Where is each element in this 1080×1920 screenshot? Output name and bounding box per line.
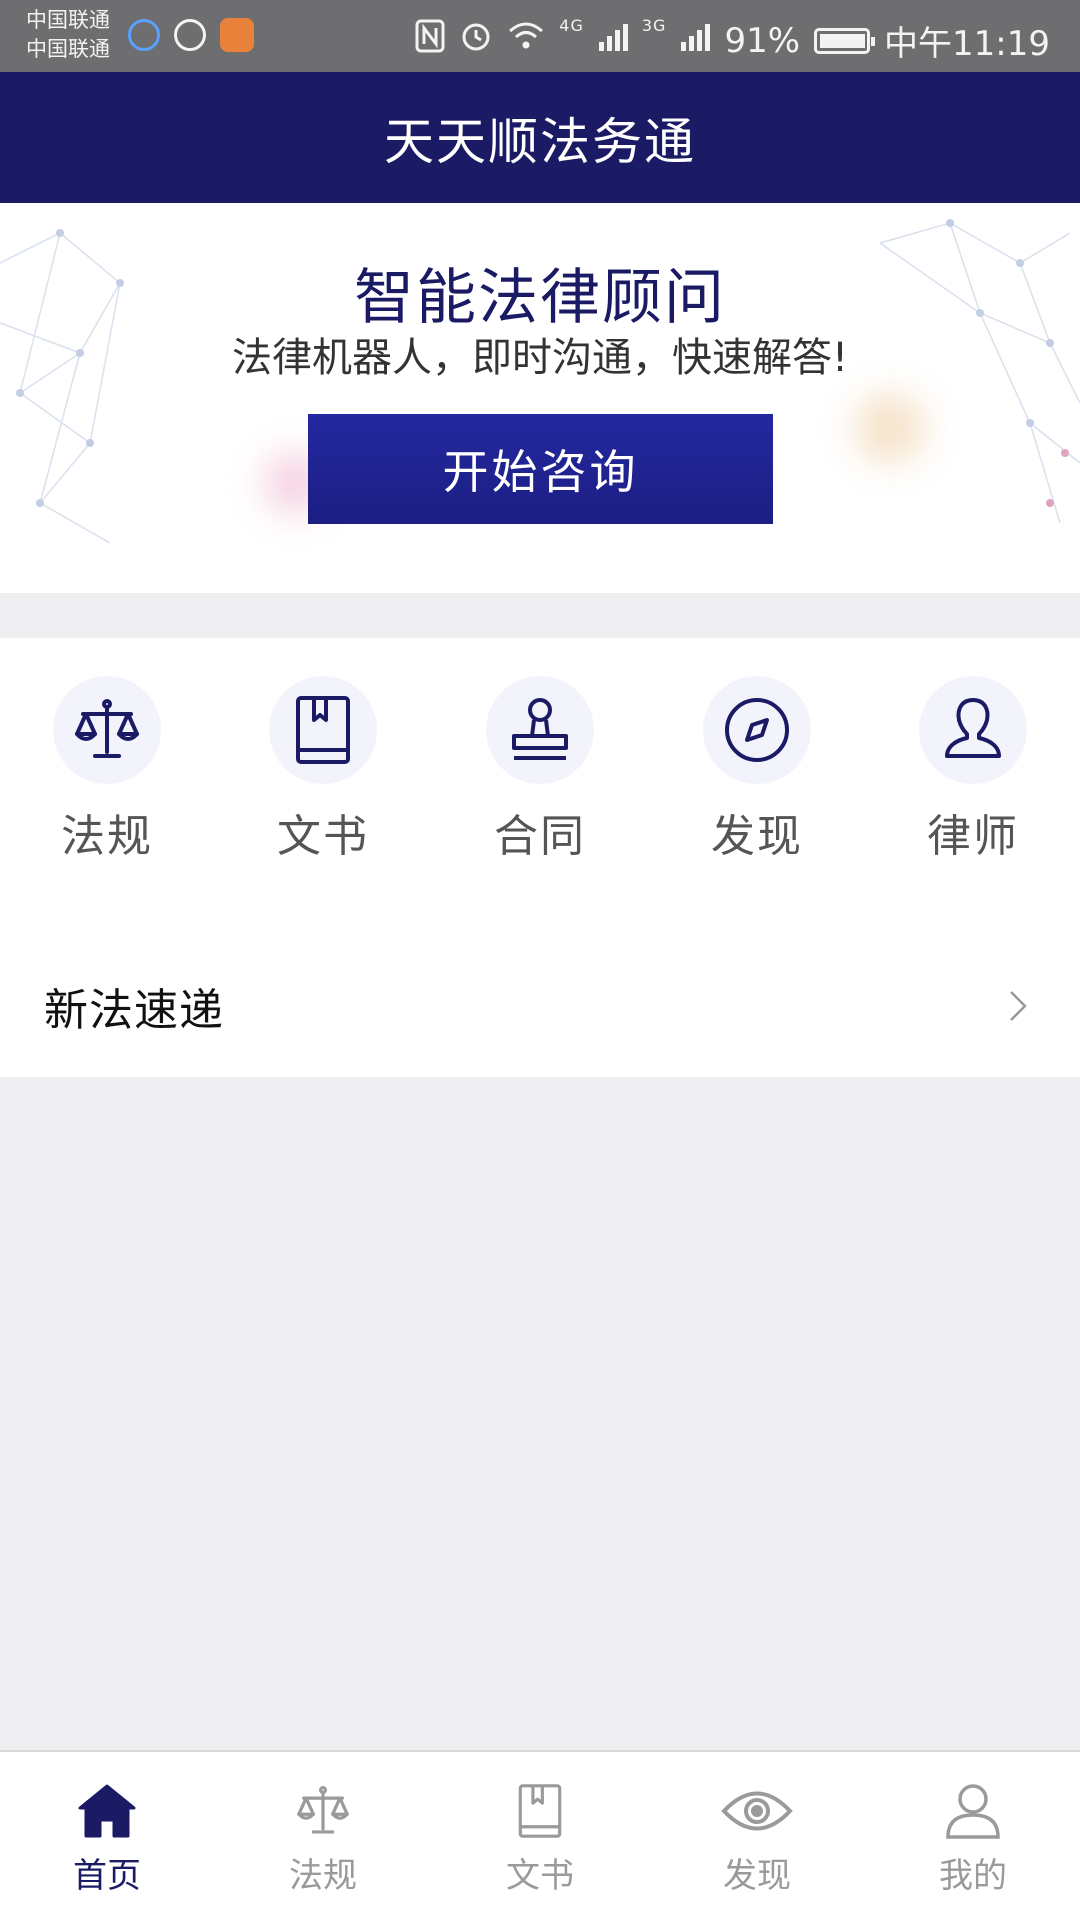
- bottom-tab-bar: 首页 法规 文书 发现 我的: [0, 1750, 1080, 1920]
- shortcut-lawyers[interactable]: 律师: [883, 676, 1063, 864]
- signal-icon-2: [680, 21, 711, 61]
- carrier-labels: 中国联通 中国联通: [26, 6, 110, 64]
- tab-profile[interactable]: 我的: [883, 1782, 1063, 1897]
- glow-decoration-orange: [855, 393, 925, 463]
- new-laws-label: 新法速递: [44, 985, 224, 1036]
- person-icon: [944, 1784, 1002, 1844]
- shortcut-regulations[interactable]: 法规: [17, 676, 197, 864]
- scale-icon: [294, 1786, 352, 1844]
- shortcut-label: 律师: [927, 811, 1019, 862]
- tab-documents[interactable]: 文书: [450, 1782, 630, 1897]
- alarm-icon: [459, 19, 493, 62]
- chat-notification-icon: [128, 19, 160, 51]
- carrier-1: 中国联通: [26, 8, 110, 32]
- network-type-1: 4G: [559, 16, 584, 35]
- notification-icons: [128, 18, 254, 52]
- banner-title: 智能法律顾问: [354, 263, 726, 333]
- tab-label: 发现: [723, 1856, 791, 1896]
- app-notification-icon: [220, 18, 254, 52]
- tab-label: 法规: [289, 1856, 357, 1896]
- eye-icon: [721, 1791, 793, 1844]
- network-type-2: 3G: [641, 16, 667, 35]
- battery-percent: 91%: [724, 20, 801, 61]
- shield-notification-icon: [174, 19, 206, 51]
- compass-icon: [703, 676, 811, 784]
- start-consult-button[interactable]: 开始咨询: [308, 414, 773, 524]
- spacer: [0, 874, 1080, 934]
- carrier-2: 中国联通: [26, 37, 110, 61]
- shortcut-label: 发现: [711, 811, 803, 862]
- banner-subtitle: 法律机器人，即时沟通，快速解答!: [231, 335, 849, 381]
- stamp-icon: [486, 676, 594, 784]
- new-laws-row[interactable]: 新法速递: [0, 934, 1080, 1077]
- battery-icon: [814, 27, 876, 54]
- status-bar: 中国联通 中国联通 4G 3G 91% 中午11:19: [0, 0, 1080, 72]
- tab-label: 首页: [73, 1856, 141, 1896]
- consult-banner: 智能法律顾问 法律机器人，即时沟通，快速解答! 开始咨询: [0, 203, 1080, 593]
- book-icon: [269, 676, 377, 784]
- tab-home[interactable]: 首页: [17, 1782, 197, 1897]
- status-right: 4G 3G 91% 中午11:19: [415, 16, 1050, 65]
- clock: 中午11:19: [884, 24, 1050, 64]
- scale-icon: [53, 676, 161, 784]
- shortcut-documents[interactable]: 文书: [233, 676, 413, 864]
- home-icon: [78, 1784, 136, 1844]
- signal-icon-1: [598, 21, 628, 61]
- tab-label: 我的: [939, 1856, 1007, 1896]
- chevron-right-icon: [1008, 989, 1028, 1027]
- shortcut-discover[interactable]: 发现: [667, 676, 847, 864]
- shortcut-contracts[interactable]: 合同: [450, 676, 630, 864]
- shortcut-label: 合同: [494, 811, 586, 862]
- app-header: 天天顺法务通: [0, 72, 1080, 203]
- shortcut-label: 文书: [277, 811, 369, 862]
- nfc-icon: [415, 19, 445, 62]
- tab-label: 文书: [506, 1856, 574, 1896]
- person-icon: [919, 676, 1027, 784]
- shortcut-label: 法规: [61, 811, 153, 862]
- book-icon: [514, 1784, 566, 1844]
- shortcut-grid: 法规 文书 合同 发现 律师: [0, 638, 1080, 874]
- wifi-icon: [507, 20, 545, 61]
- tab-discover[interactable]: 发现: [667, 1782, 847, 1897]
- tab-regulations[interactable]: 法规: [233, 1782, 413, 1897]
- page-title: 天天顺法务通: [384, 112, 696, 171]
